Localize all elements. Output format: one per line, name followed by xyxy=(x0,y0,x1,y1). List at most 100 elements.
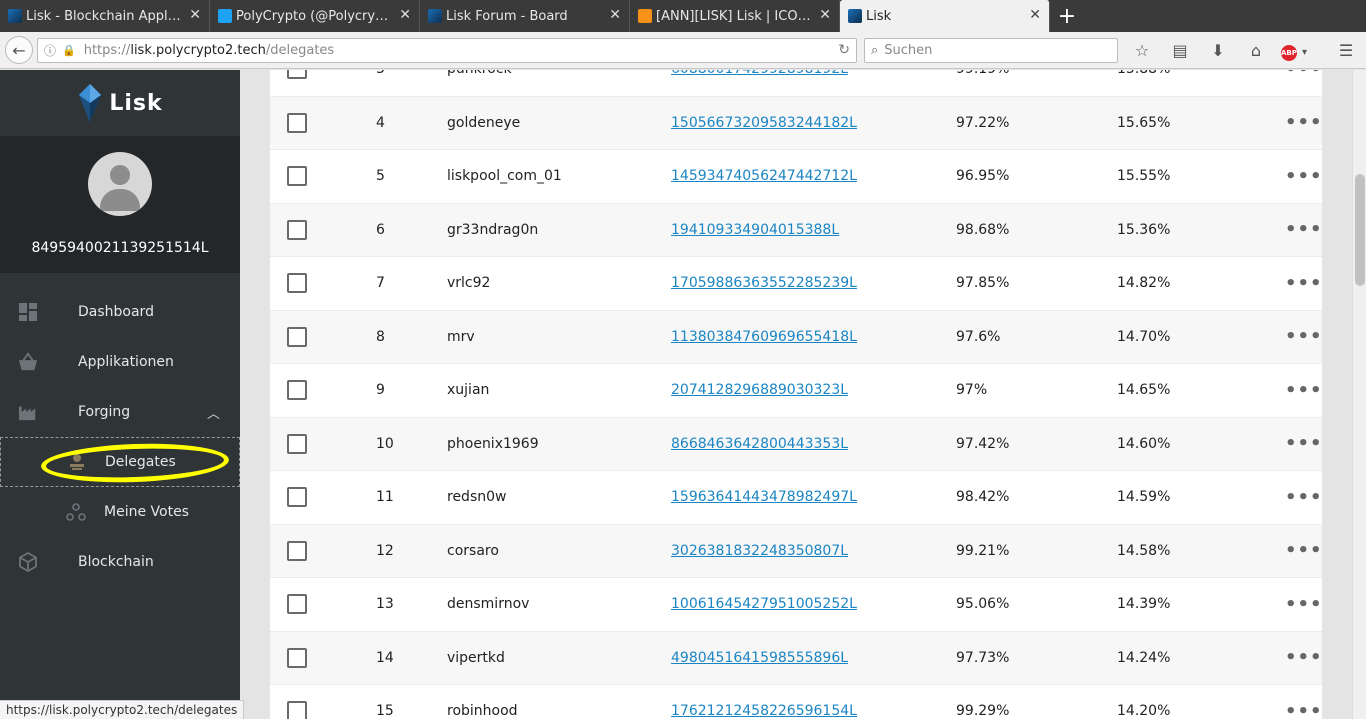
table-row[interactable]: 13 densmirnov 10061645427951005252L 95.06% 1… xyxy=(270,578,1322,632)
delegate-address-link[interactable]: 14593474056247442712L xyxy=(671,168,857,184)
row-checkbox[interactable] xyxy=(287,166,307,187)
row-checkbox[interactable] xyxy=(287,380,307,401)
delegate-address-link[interactable]: 6088001742992898192L xyxy=(671,70,848,77)
close-icon[interactable]: ✕ xyxy=(399,7,411,23)
more-options-icon[interactable]: ••• xyxy=(1285,112,1323,133)
more-options-icon[interactable]: ••• xyxy=(1285,166,1323,187)
lisk-logo-icon xyxy=(79,84,102,122)
delegate-address-link[interactable]: 17621212458226596154L xyxy=(671,703,857,719)
delegate-approval: 15.55% xyxy=(1117,168,1171,185)
delegate-address-link[interactable]: 15056673209583244182L xyxy=(671,115,857,131)
table-row[interactable]: 5 liskpool_com_01 14593474056247442712L 96.… xyxy=(270,150,1322,204)
close-icon[interactable]: ✕ xyxy=(609,7,621,23)
delegate-name: mrv xyxy=(447,328,475,345)
delegate-approval: 14.59% xyxy=(1117,489,1171,506)
browser-tab[interactable]: [ANN][LISK] Lisk | ICO | ... ✕ xyxy=(630,0,840,32)
lisk-icon xyxy=(848,9,862,23)
more-options-icon[interactable]: ••• xyxy=(1285,70,1323,80)
sidebar-item-delegates[interactable]: Delegates xyxy=(0,437,240,487)
table-row[interactable]: 4 goldeneye 15056673209583244182L 97.22% 15.… xyxy=(270,96,1323,150)
table-row[interactable]: 11 redsn0w 15963641443478982497L 98.42% 14.5… xyxy=(270,471,1322,525)
row-checkbox[interactable] xyxy=(287,487,307,508)
dashboard-icon xyxy=(18,302,38,322)
delegate-name: xujian xyxy=(447,382,490,399)
vertical-scrollbar[interactable] xyxy=(1352,70,1366,719)
row-checkbox[interactable] xyxy=(287,326,307,347)
row-checkbox[interactable] xyxy=(287,70,307,80)
avatar[interactable] xyxy=(88,152,152,216)
browser-tab[interactable]: PolyCrypto (@Polycryp... ✕ xyxy=(210,0,420,32)
sidebar-item-dashboard[interactable]: Dashboard xyxy=(0,287,240,337)
hamburger-menu-icon[interactable]: ☰ xyxy=(1332,41,1360,60)
url-bar[interactable]: ⓘ 🔒 https:// lisk.polycrypto2.tech /dele… xyxy=(37,37,857,63)
delegate-productivity: 97.73% xyxy=(956,649,1010,666)
delegate-address-link[interactable]: 10061645427951005252L xyxy=(671,596,857,612)
info-icon[interactable]: ⓘ xyxy=(44,42,56,59)
sidebar-item-forging[interactable]: Forging ︿ xyxy=(0,387,240,437)
bookmark-star-icon[interactable]: ☆ xyxy=(1128,41,1156,60)
table-row[interactable]: 7 vrlc92 17059886363552285239L 97.85% 14.82%… xyxy=(270,257,1322,311)
reading-list-icon[interactable]: ▤ xyxy=(1166,41,1194,60)
close-icon[interactable]: ✕ xyxy=(1029,7,1041,23)
back-button[interactable]: ← xyxy=(5,36,33,64)
close-icon[interactable]: ✕ xyxy=(189,7,201,23)
search-input[interactable]: ⌕ Suchen xyxy=(864,37,1118,63)
delegate-address-link[interactable]: 15963641443478982497L xyxy=(671,489,857,505)
row-checkbox[interactable] xyxy=(287,219,307,240)
row-checkbox[interactable] xyxy=(287,433,307,454)
main-content: 3 punkrock 6088001742992898192L 99.19% 15.88… xyxy=(240,70,1352,719)
browser-tab[interactable]: Lisk - Blockchain Applic... ✕ xyxy=(0,0,210,32)
more-options-icon[interactable]: ••• xyxy=(1285,647,1323,668)
sidebar-item-meine-votes[interactable]: Meine Votes xyxy=(0,487,240,537)
delegate-address-link[interactable]: 194109334904015388L xyxy=(671,222,839,238)
reload-icon[interactable]: ↻ xyxy=(838,42,850,58)
table-row[interactable]: 6 gr33ndrag0n 194109334904015388L 98.68% 15.… xyxy=(270,203,1323,257)
account-address: 8495940021139251514L xyxy=(31,240,209,256)
more-options-icon[interactable]: ••• xyxy=(1285,487,1323,508)
more-options-icon[interactable]: ••• xyxy=(1285,701,1323,719)
more-options-icon[interactable]: ••• xyxy=(1285,380,1323,401)
table-row[interactable]: 15 robinhood 17621212458226596154L 99.29% 14… xyxy=(270,685,1322,719)
lisk-icon xyxy=(428,9,442,23)
row-checkbox[interactable] xyxy=(287,594,307,615)
row-checkbox[interactable] xyxy=(287,540,307,561)
row-checkbox[interactable] xyxy=(287,112,307,133)
more-options-icon[interactable]: ••• xyxy=(1285,273,1323,294)
download-icon[interactable]: ⬇ xyxy=(1204,41,1232,60)
more-options-icon[interactable]: ••• xyxy=(1285,326,1323,347)
delegate-productivity: 99.19% xyxy=(956,70,1009,77)
row-checkbox[interactable] xyxy=(287,273,307,294)
table-row[interactable]: 14 vipertkd 4980451641598555896L 97.73% 14.2… xyxy=(270,631,1323,685)
delegate-rank: 13 xyxy=(376,596,394,613)
row-checkbox[interactable] xyxy=(287,647,307,668)
table-row[interactable]: 12 corsaro 3026381832248350807L 99.21% 14.58… xyxy=(270,524,1323,578)
delegate-address-link[interactable]: 2074128296889030323L xyxy=(671,382,848,398)
sidebar-item-applikationen[interactable]: Applikationen xyxy=(0,337,240,387)
delegate-address-link[interactable]: 11380384760969655418L xyxy=(671,329,857,345)
delegate-approval: 15.88% xyxy=(1117,70,1170,77)
delegate-address-link[interactable]: 17059886363552285239L xyxy=(671,275,857,291)
table-row[interactable]: 10 phoenix1969 8668463642800443353L 97.42% 1… xyxy=(270,417,1323,471)
logo[interactable]: Lisk xyxy=(0,70,240,136)
new-tab-button[interactable]: + xyxy=(1050,0,1084,32)
row-checkbox[interactable] xyxy=(287,701,307,719)
close-icon[interactable]: ✕ xyxy=(819,7,831,23)
more-options-icon[interactable]: ••• xyxy=(1285,433,1323,454)
sidebar-item-blockchain[interactable]: Blockchain xyxy=(0,537,240,587)
delegate-address-link[interactable]: 4980451641598555896L xyxy=(671,650,848,666)
table-row[interactable]: 9 xujian 2074128296889030323L 97% 14.65% ••• xyxy=(270,364,1322,418)
adblock-icon[interactable]: ABP ▾ xyxy=(1280,40,1308,61)
scrollbar-thumb[interactable] xyxy=(1355,174,1365,286)
more-options-icon[interactable]: ••• xyxy=(1285,540,1323,561)
more-options-icon[interactable]: ••• xyxy=(1285,594,1323,615)
browser-tab-active[interactable]: Lisk ✕ xyxy=(840,0,1050,32)
delegate-address-link[interactable]: 8668463642800443353L xyxy=(671,436,848,452)
home-icon[interactable]: ⌂ xyxy=(1242,41,1270,60)
chevron-up-icon[interactable]: ︿ xyxy=(207,403,220,422)
table-row[interactable]: 3 punkrock 6088001742992898192L 99.19% 15.88… xyxy=(270,70,1322,97)
table-row[interactable]: 8 mrv 11380384760969655418L 97.6% 14.70% ••• xyxy=(270,310,1323,364)
browser-tab[interactable]: Lisk Forum - Board ✕ xyxy=(420,0,630,32)
delegate-address-link[interactable]: 3026381832248350807L xyxy=(671,543,848,559)
more-options-icon[interactable]: ••• xyxy=(1285,219,1323,240)
delegate-name: vrlc92 xyxy=(447,275,491,292)
